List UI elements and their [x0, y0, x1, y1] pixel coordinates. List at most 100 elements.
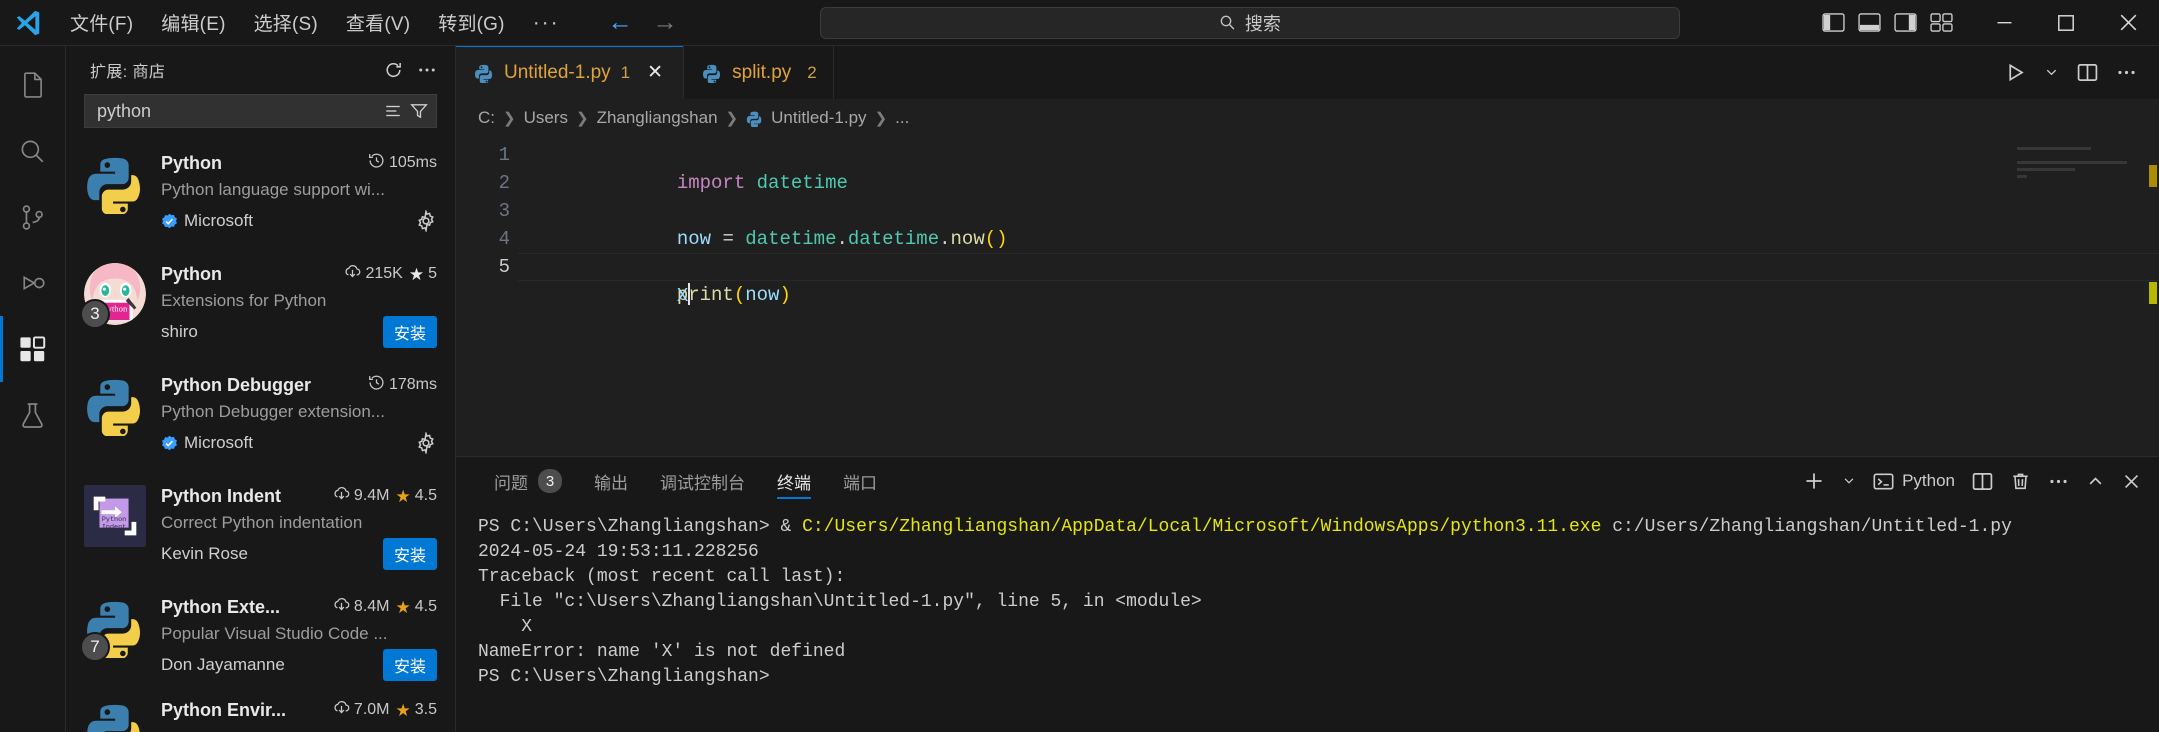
extension-manage-gear-icon[interactable]: [415, 210, 437, 232]
editor-overview-ruler[interactable]: [2141, 137, 2159, 456]
extension-name: Python: [161, 263, 222, 284]
code-editor[interactable]: 1 2 3 4 5 import datetime now = datetime…: [456, 137, 2159, 456]
extension-list-item[interactable]: 7 Python Exte... 8.4M ★ 4.5 Popular Visu…: [66, 582, 455, 693]
back-arrow-icon[interactable]: ←: [608, 10, 633, 35]
extension-list-item[interactable]: Python Envir... 7.0M ★ 3.5: [66, 693, 455, 732]
close-icon[interactable]: [2122, 472, 2141, 491]
customize-layout-icon[interactable]: [1930, 13, 1953, 32]
toggle-secondary-sidebar-icon[interactable]: [1894, 13, 1917, 32]
extension-rating-value: 3.5: [414, 701, 437, 718]
refresh-icon[interactable]: [379, 56, 407, 84]
maximize-button[interactable]: [2035, 0, 2097, 46]
extension-rating-stat: ★ 5: [409, 265, 437, 283]
panel-tab-output[interactable]: 输出: [578, 457, 644, 505]
breadcrumb-item-file[interactable]: Untitled-1.py: [771, 108, 866, 128]
views-and-more-actions-icon[interactable]: [413, 56, 441, 84]
terminal-line: File "c:\Users\Zhangliangshan\Untitled-1…: [478, 592, 1202, 612]
extension-list-item[interactable]: Python 3 Python 215K ★ 5 Extensions for …: [66, 249, 455, 360]
more-actions-icon[interactable]: [2048, 471, 2069, 492]
verified-badge-icon: [161, 435, 178, 452]
code-line[interactable]: print(now): [518, 225, 2159, 306]
active-terminal-selector[interactable]: Python: [1873, 471, 1955, 492]
filter-icon[interactable]: [410, 102, 428, 120]
menu-selection[interactable]: 选择(S): [240, 5, 332, 40]
panel-tab-problems[interactable]: 问题 3: [478, 457, 578, 505]
tab-untitled-1-py[interactable]: Untitled-1.py 1 ✕: [456, 46, 685, 99]
clear-icon[interactable]: [384, 102, 402, 120]
activity-bar: [0, 46, 66, 732]
more-actions-icon[interactable]: [2116, 62, 2137, 83]
close-button[interactable]: [2097, 0, 2159, 46]
menu-view[interactable]: 查看(V): [332, 5, 424, 40]
trash-icon[interactable]: [2010, 471, 2031, 492]
close-icon[interactable]: ✕: [643, 61, 667, 84]
extension-list[interactable]: Python 105ms Python language support wi.…: [66, 138, 455, 732]
extension-runtime-value: 105ms: [388, 154, 437, 171]
panel-tab-debug-console[interactable]: 调试控制台: [644, 457, 761, 505]
chevron-up-icon[interactable]: [2086, 472, 2105, 491]
command-center-search[interactable]: 搜索: [819, 6, 1680, 39]
breadcrumb-item-drive[interactable]: C:: [478, 108, 495, 128]
terminal-output[interactable]: PS C:\Users\Zhangliangshan> & C:/Users/Z…: [456, 505, 2159, 732]
breadcrumb-item-symbol[interactable]: ...: [895, 108, 909, 128]
menu-more-icon[interactable]: ···: [519, 12, 574, 33]
command-center-wrapper: 搜索: [678, 6, 1822, 39]
code-line[interactable]: [518, 169, 2159, 197]
python-indent-logo-icon: Python Indent: [84, 485, 146, 547]
extension-icon-wrap: 7: [80, 596, 146, 662]
new-terminal-button[interactable]: [1803, 470, 1825, 492]
extension-search-input[interactable]: [97, 100, 376, 122]
tab-label: split.py: [732, 61, 792, 83]
install-button[interactable]: 安装: [382, 649, 437, 681]
minimize-button[interactable]: [1973, 0, 2035, 46]
tab-split-py[interactable]: split.py 2: [684, 46, 834, 99]
activity-item-testing[interactable]: [0, 382, 66, 448]
activity-item-source-control[interactable]: [0, 184, 66, 250]
extension-publisher-name: Don Jayamanne: [161, 655, 285, 674]
menu-edit[interactable]: 编辑(E): [147, 5, 239, 40]
minimap[interactable]: [2017, 147, 2137, 182]
extension-manage-gear-icon[interactable]: [415, 432, 437, 454]
chevron-down-icon[interactable]: [2044, 65, 2059, 80]
star-icon: ★: [395, 486, 411, 506]
activity-item-explorer[interactable]: [0, 52, 66, 118]
toggle-panel-icon[interactable]: [1858, 13, 1881, 32]
extension-rating-value: 5: [428, 265, 437, 282]
panel-tab-ports[interactable]: 端口: [827, 457, 893, 505]
extension-rating-value: 4.5: [414, 487, 437, 504]
breadcrumb-item-users[interactable]: Users: [524, 108, 568, 128]
breadcrumb-item-user[interactable]: Zhangliangshan: [597, 108, 718, 128]
split-editor-icon[interactable]: [2077, 62, 2098, 83]
extension-list-item[interactable]: Python 105ms Python language support wi.…: [66, 138, 455, 249]
new-terminal-chevron-icon[interactable]: [1842, 474, 1856, 488]
forward-arrow-icon[interactable]: →: [653, 10, 678, 35]
toggle-primary-sidebar-icon[interactable]: [1822, 13, 1845, 32]
extension-list-item[interactable]: Python Debugger 178ms Python Debugger ex…: [66, 360, 455, 471]
activity-item-run-and-debug[interactable]: [0, 250, 66, 316]
run-icon[interactable]: [2005, 62, 2026, 83]
code-content[interactable]: import datetime now = datetime.datetime.…: [518, 137, 2159, 456]
code-line[interactable]: import datetime: [518, 141, 2159, 194]
menu-file[interactable]: 文件(F): [56, 5, 147, 40]
extension-info: Python Indent 9.4M ★ 4.5 Correct Python …: [161, 485, 437, 570]
install-button[interactable]: 安装: [382, 538, 437, 570]
extensions-sidebar: 扩展: 商店 python Python 105ms Python langua…: [66, 46, 456, 732]
extension-publisher: Kevin Rose: [161, 544, 248, 564]
history-icon: [368, 374, 385, 396]
cloud-download-icon: [344, 263, 361, 285]
lightbulb-quickfix-icon[interactable]: [540, 228, 716, 276]
activity-item-search[interactable]: [0, 118, 66, 184]
extension-info: Python 105ms Python language support wi.…: [161, 152, 437, 235]
code-line-current[interactable]: X: [518, 253, 2159, 307]
install-button[interactable]: 安装: [382, 316, 437, 348]
terminal-segment: PS C:\Users\Zhangliangshan> &: [478, 517, 803, 537]
code-line[interactable]: now = datetime.datetime.now(): [518, 197, 2159, 250]
split-terminal-icon[interactable]: [1972, 471, 1993, 492]
menu-go[interactable]: 转到(G): [424, 5, 518, 40]
extension-search-box[interactable]: [84, 94, 437, 128]
extension-list-item[interactable]: Python Indent Python Indent 9.4M ★ 4.5 C…: [66, 471, 455, 582]
editor-group: Untitled-1.py 1 ✕ split.py 2 C: ❯ Users …: [456, 46, 2159, 732]
line-number-gutter: 1 2 3 4 5: [456, 137, 518, 456]
panel-tab-terminal[interactable]: 终端: [761, 457, 827, 505]
activity-item-extensions[interactable]: [0, 316, 66, 382]
